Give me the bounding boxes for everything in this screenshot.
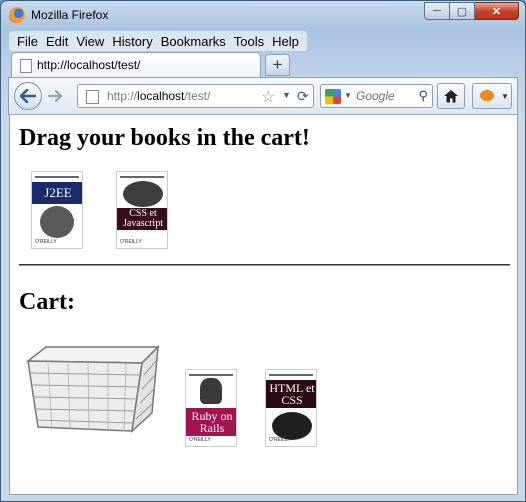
book-css-javascript[interactable]: CSS et Javascript O'REILLY — [116, 171, 168, 249]
animal-illustration-icon — [123, 181, 163, 207]
page-content: Drag your books in the cart! J2EE O'REIL… — [9, 115, 518, 495]
url-text: http://localhost/test/ — [107, 89, 211, 103]
firebug-dropdown-icon[interactable]: ▼ — [501, 92, 509, 101]
page-title: Drag your books in the cart! — [19, 125, 310, 151]
forward-button[interactable] — [44, 86, 66, 106]
back-arrow-icon — [20, 89, 36, 103]
firebug-button[interactable]: ▼ — [472, 83, 512, 109]
cart-heading: Cart: — [19, 289, 75, 315]
browser-window: Mozilla Firefox ─ ▢ ✕ File Edit View His… — [0, 0, 526, 502]
animal-illustration-icon — [200, 378, 222, 404]
bookmark-star-icon[interactable]: ☆ — [261, 87, 275, 107]
window-controls: ─ ▢ ✕ — [424, 2, 519, 21]
back-button[interactable] — [14, 82, 42, 110]
book-cover-title: HTML et CSS — [266, 380, 316, 408]
home-button[interactable] — [437, 83, 465, 109]
search-input[interactable]: Google — [356, 89, 395, 103]
google-engine-icon[interactable] — [325, 89, 341, 104]
menu-tools[interactable]: Tools — [230, 34, 268, 49]
search-engine-dropdown-icon[interactable]: ▼ — [344, 91, 352, 100]
url-history-dropdown-icon[interactable]: ▼ — [282, 90, 291, 100]
url-bar[interactable]: http://localhost/test/ ☆ ▼ ⟳ — [77, 84, 314, 108]
navigation-toolbar: http://localhost/test/ ☆ ▼ ⟳ ▼ Google ⚲ … — [8, 77, 518, 115]
title-bar[interactable]: Mozilla Firefox ─ ▢ ✕ — [1, 1, 525, 31]
menu-view[interactable]: View — [72, 34, 108, 49]
menu-file[interactable]: File — [13, 34, 42, 49]
minimize-button[interactable]: ─ — [424, 2, 450, 20]
forward-arrow-icon — [48, 90, 62, 102]
divider — [19, 264, 510, 266]
book-ruby-on-rails[interactable]: Ruby on Rails O'REILLY — [185, 369, 237, 447]
book-html-css[interactable]: HTML et CSS O'REILLY — [265, 369, 317, 447]
new-tab-button[interactable]: + — [265, 54, 290, 76]
book-cover-title: CSS et Javascript — [117, 208, 167, 230]
firebug-icon — [480, 90, 494, 101]
animal-illustration-icon — [272, 412, 312, 440]
tab-active[interactable]: http://localhost/test/ — [11, 52, 261, 77]
firefox-logo-icon — [9, 7, 25, 23]
book-cover-title: Ruby on Rails — [186, 408, 236, 436]
menu-history[interactable]: History — [108, 34, 156, 49]
window-title: Mozilla Firefox — [31, 8, 109, 22]
tab-label: http://localhost/test/ — [37, 58, 141, 72]
maximize-button[interactable]: ▢ — [450, 2, 475, 20]
page-icon — [20, 59, 32, 73]
menu-help[interactable]: Help — [268, 34, 303, 49]
book-j2ee[interactable]: J2EE O'REILLY — [31, 171, 83, 249]
menu-bookmarks[interactable]: Bookmarks — [157, 34, 230, 49]
menu-edit[interactable]: Edit — [42, 34, 72, 49]
book-cover-title: J2EE — [32, 182, 82, 204]
home-icon — [444, 90, 458, 103]
reload-icon[interactable]: ⟳ — [297, 88, 309, 105]
page-icon — [86, 90, 99, 104]
cart-basket-drop-zone[interactable] — [24, 339, 164, 435]
menu-bar: File Edit View History Bookmarks Tools H… — [9, 31, 307, 51]
animal-illustration-icon — [40, 206, 74, 238]
close-button[interactable]: ✕ — [475, 2, 519, 20]
search-bar[interactable]: ▼ Google ⚲ — [320, 84, 433, 108]
search-magnifier-icon[interactable]: ⚲ — [418, 88, 428, 104]
